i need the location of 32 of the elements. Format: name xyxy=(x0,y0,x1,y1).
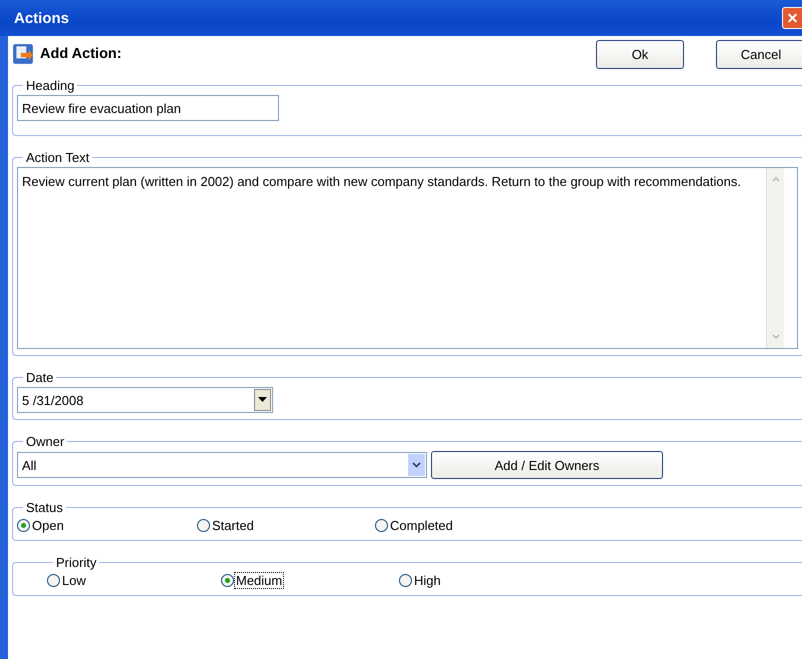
group-label: Owner xyxy=(25,434,66,449)
radio-label: Started xyxy=(211,517,255,534)
date-dropdown[interactable]: 5 /31/2008 xyxy=(17,387,273,413)
group-label: Status xyxy=(25,500,64,515)
radio-button[interactable] xyxy=(221,574,234,587)
action-text: Review current plan (written in 2002) and compare with new company standards. Return to the group with recommendations. xyxy=(21,173,742,191)
dropdown-arrow-icon xyxy=(258,397,267,403)
chevron-down-icon xyxy=(412,462,421,468)
radio-button[interactable] xyxy=(375,519,388,532)
owner-dropdown[interactable]: All xyxy=(17,452,427,478)
window-title: Actions xyxy=(14,10,70,26)
radio-button[interactable] xyxy=(47,574,60,587)
action-text-field[interactable]: Review current plan (written in 2002) and compare with new company standards. Return to the group with recommendations. xyxy=(17,167,798,349)
radio-button[interactable] xyxy=(399,574,412,587)
dialog-button[interactable]: Cancel xyxy=(716,40,802,68)
close-button[interactable]: × xyxy=(782,7,802,29)
add-edit-owners-button[interactable]: Add / Edit Owners xyxy=(431,451,663,479)
scroll-bar[interactable] xyxy=(766,168,784,348)
group-label: Priority xyxy=(55,555,98,570)
radio-label: Low xyxy=(61,572,87,589)
radio-button[interactable] xyxy=(17,519,30,532)
dialog-button[interactable]: Ok xyxy=(596,40,684,68)
dialog-heading: Add Action: xyxy=(40,46,122,62)
radio-label: Completed xyxy=(389,517,454,534)
radio-label: Open xyxy=(31,517,65,534)
radio-label: Medium xyxy=(234,572,284,589)
group-label: Heading xyxy=(25,78,76,93)
heading-field[interactable]: Review fire evacuation plan xyxy=(17,95,279,121)
group-label: Action Text xyxy=(25,150,90,165)
radio-label: High xyxy=(413,572,442,589)
radio-button[interactable] xyxy=(197,519,210,532)
group-label: Date xyxy=(25,370,54,385)
